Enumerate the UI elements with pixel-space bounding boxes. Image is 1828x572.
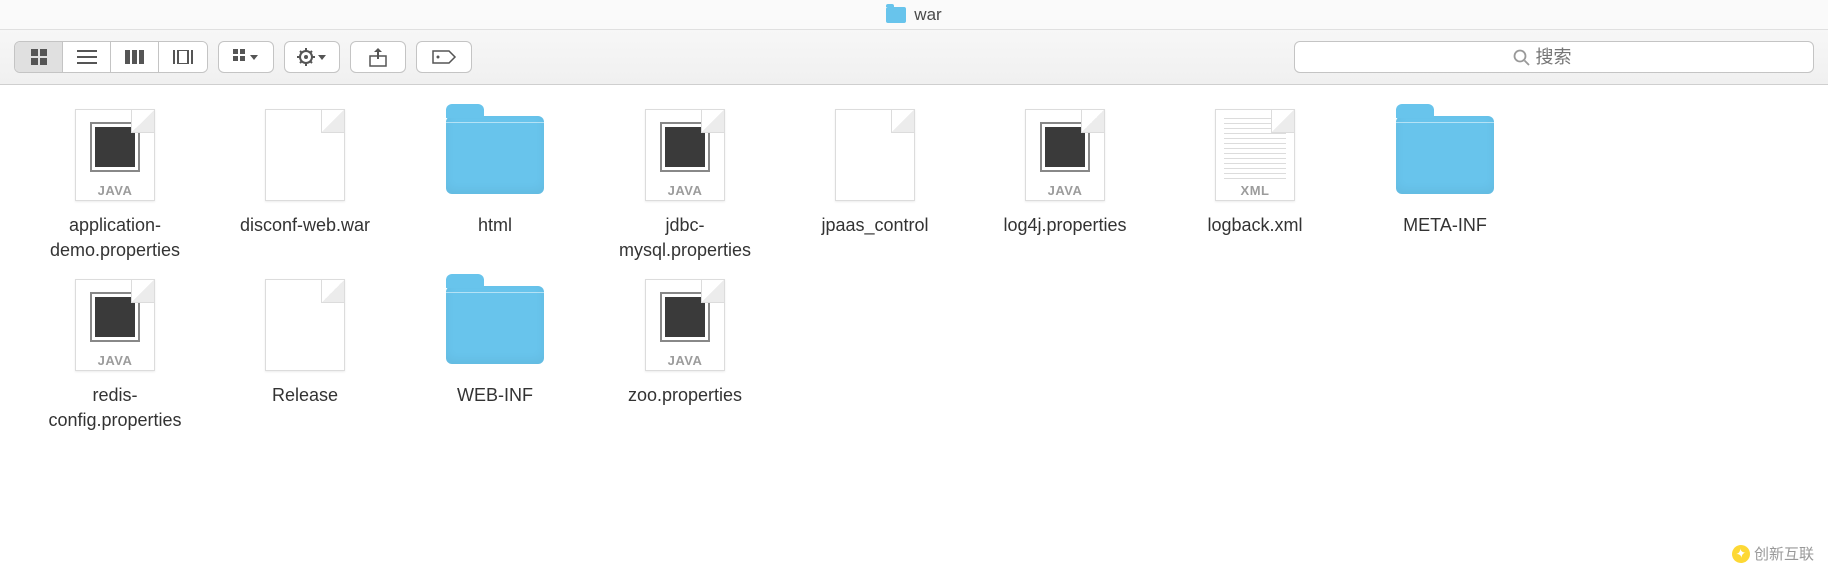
search-field[interactable] <box>1294 41 1814 73</box>
watermark-text: 创新互联 <box>1754 543 1814 564</box>
file-item[interactable]: html <box>400 95 590 265</box>
share-icon <box>369 47 387 67</box>
window-title-bar: war <box>0 0 1828 30</box>
file-label: jdbc- mysql.properties <box>619 213 751 265</box>
java-file-icon: JAVA <box>1015 105 1115 205</box>
file-item[interactable]: META-INF <box>1350 95 1540 265</box>
file-grid: JAVA application- demo.properties discon… <box>0 85 1828 445</box>
folder-icon <box>1395 105 1495 205</box>
file-label: META-INF <box>1403 213 1487 265</box>
file-item[interactable]: Release <box>210 265 400 435</box>
folder-icon <box>445 105 545 205</box>
file-label: redis- config.properties <box>48 383 181 435</box>
file-item[interactable]: JAVA redis- config.properties <box>20 265 210 435</box>
list-icon <box>77 50 97 64</box>
file-label: log4j.properties <box>1003 213 1126 265</box>
view-columns-button[interactable] <box>111 42 159 72</box>
share-button[interactable] <box>350 41 406 73</box>
file-label: WEB-INF <box>457 383 533 435</box>
file-label: logback.xml <box>1207 213 1302 265</box>
file-label: html <box>478 213 512 265</box>
watermark-icon: ✦ <box>1731 543 1752 564</box>
file-item[interactable]: JAVA jdbc- mysql.properties <box>590 95 780 265</box>
file-item[interactable]: WEB-INF <box>400 265 590 435</box>
file-item[interactable]: disconf-web.war <box>210 95 400 265</box>
gallery-icon <box>173 50 193 64</box>
watermark: ✦ 创新互联 <box>1732 543 1814 564</box>
view-icon-button[interactable] <box>15 42 63 72</box>
toolbar <box>0 30 1828 85</box>
xml-file-icon: XML <box>1205 105 1305 205</box>
action-menu-button[interactable] <box>284 41 340 73</box>
file-label: disconf-web.war <box>240 213 370 265</box>
file-item[interactable]: JAVA application- demo.properties <box>20 95 210 265</box>
java-file-icon: JAVA <box>635 275 735 375</box>
view-gallery-button[interactable] <box>159 42 207 72</box>
arrange-icon <box>233 49 259 65</box>
blank-file-icon <box>255 105 355 205</box>
tag-icon <box>431 49 457 65</box>
java-file-icon: JAVA <box>635 105 735 205</box>
file-item[interactable]: JAVA log4j.properties <box>970 95 1160 265</box>
search-input[interactable] <box>1536 47 1596 68</box>
blank-file-icon <box>255 275 355 375</box>
view-mode-selector <box>14 41 208 73</box>
tags-button[interactable] <box>416 41 472 73</box>
blank-file-icon <box>825 105 925 205</box>
folder-icon <box>445 275 545 375</box>
file-label: zoo.properties <box>628 383 742 435</box>
grid-icon <box>30 48 48 66</box>
file-label: jpaas_control <box>821 213 928 265</box>
file-item[interactable]: JAVA zoo.properties <box>590 265 780 435</box>
file-item[interactable]: jpaas_control <box>780 95 970 265</box>
file-label: application- demo.properties <box>50 213 180 265</box>
java-file-icon: JAVA <box>65 105 165 205</box>
view-list-button[interactable] <box>63 42 111 72</box>
java-file-icon: JAVA <box>65 275 165 375</box>
folder-icon <box>886 7 906 23</box>
window-title: war <box>914 5 941 25</box>
file-item[interactable]: XML logback.xml <box>1160 95 1350 265</box>
search-icon <box>1513 49 1530 66</box>
gear-icon <box>297 48 327 66</box>
arrange-button[interactable] <box>218 41 274 73</box>
columns-icon <box>125 50 145 64</box>
file-label: Release <box>272 383 338 435</box>
